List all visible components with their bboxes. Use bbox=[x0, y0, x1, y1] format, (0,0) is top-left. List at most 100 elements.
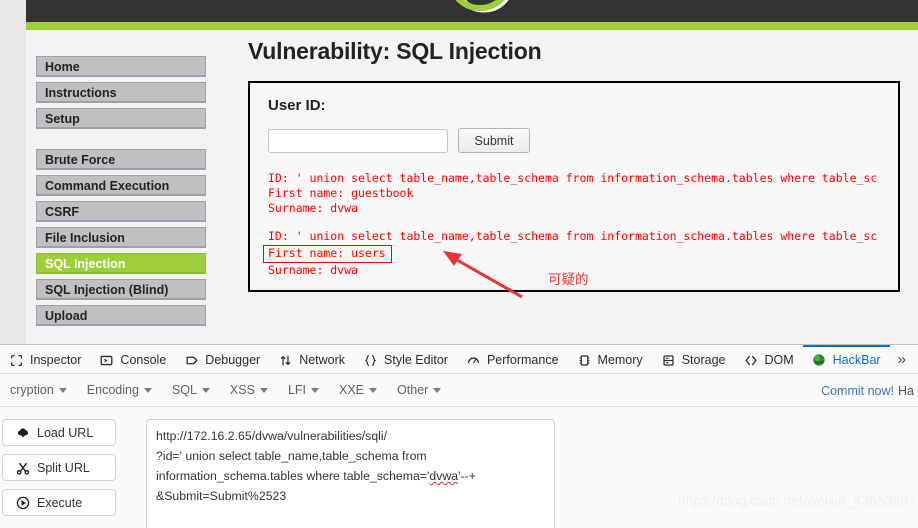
menu-label: XXE bbox=[339, 383, 365, 397]
tab-console[interactable]: Console bbox=[90, 345, 175, 373]
menu-xxe[interactable]: XXE bbox=[329, 374, 387, 406]
menu-encoding[interactable]: Encoding bbox=[77, 374, 162, 406]
play-circle-icon bbox=[15, 495, 30, 510]
menu-label: XSS bbox=[229, 383, 255, 397]
sidebar-item-sql-injection-blind[interactable]: SQL Injection (Blind) bbox=[36, 279, 206, 300]
sidebar-group-separator bbox=[36, 134, 206, 149]
result-first-name-highlighted: First name: users bbox=[263, 245, 392, 263]
main-content: Vulnerability: SQL Injection User ID: Su… bbox=[248, 38, 918, 292]
sidebar-item-setup[interactable]: Setup bbox=[36, 108, 206, 129]
tab-label: Storage bbox=[681, 353, 726, 367]
tab-label: HackBar bbox=[832, 353, 881, 367]
tab-inspector[interactable]: Inspector bbox=[0, 345, 90, 373]
sql-result-row: ID: ' union select table_name,table_sche… bbox=[268, 171, 880, 216]
menu-lfi[interactable]: LFI bbox=[278, 374, 329, 406]
user-id-label: User ID: bbox=[268, 97, 326, 114]
result-first-name: First name: guestbook bbox=[268, 186, 414, 200]
menu-label: LFI bbox=[287, 383, 306, 397]
tab-label: DOM bbox=[764, 353, 794, 367]
button-label: Load URL bbox=[37, 425, 94, 440]
screenshot-root: Home Instructions Setup Brute Force Comm… bbox=[0, 0, 918, 528]
chevron-double-right-icon[interactable]: » bbox=[890, 345, 914, 373]
result-id-line: ID: ' union select table_name,table_sche… bbox=[268, 171, 878, 185]
sidebar-item-sql-injection[interactable]: SQL Injection bbox=[36, 253, 206, 274]
menu-xss[interactable]: XSS bbox=[220, 374, 278, 406]
submit-button[interactable]: Submit bbox=[458, 128, 530, 153]
scissors-icon bbox=[15, 460, 30, 475]
console-icon bbox=[99, 353, 114, 368]
sidebar-item-home[interactable]: Home bbox=[36, 56, 206, 77]
sidebar-item-command-execution[interactable]: Command Execution bbox=[36, 175, 206, 196]
user-id-form: Submit bbox=[268, 128, 880, 153]
sidebar-item-csrf[interactable]: CSRF bbox=[36, 201, 206, 222]
dvwa-logo bbox=[436, 0, 532, 22]
user-id-input[interactable] bbox=[268, 128, 448, 153]
debugger-icon bbox=[184, 353, 199, 368]
inspector-icon bbox=[9, 353, 24, 368]
result-id-line: ID: ' union select table_name,table_sche… bbox=[268, 229, 878, 243]
page-title: Vulnerability: SQL Injection bbox=[248, 38, 542, 64]
commit-now-link[interactable]: Commit now! bbox=[821, 384, 894, 398]
chevron-down-icon bbox=[311, 387, 319, 393]
menu-label: cryption bbox=[10, 383, 54, 397]
dvwa-accent-bar bbox=[26, 22, 918, 30]
result-surname: Surname: dvwa bbox=[268, 201, 359, 215]
cloud-download-icon bbox=[15, 425, 30, 440]
tab-debugger[interactable]: Debugger bbox=[175, 345, 269, 373]
tab-label: Style Editor bbox=[384, 353, 448, 367]
sql-results-output: ID: ' union select table_name,table_sche… bbox=[263, 171, 880, 278]
split-url-button[interactable]: Split URL bbox=[2, 454, 116, 481]
hackbar-body: Load URL Split URL Execute http://172.16… bbox=[0, 407, 918, 528]
load-url-button[interactable]: Load URL bbox=[2, 419, 116, 446]
chevron-down-icon bbox=[259, 387, 268, 393]
hackbar-promo: Commit now! Ha bbox=[821, 374, 918, 406]
url-line-2: ?id=' union select table_name,table_sche… bbox=[156, 449, 427, 463]
url-line-3-post: '--+ bbox=[458, 469, 476, 483]
tab-performance[interactable]: Performance bbox=[457, 345, 568, 373]
sidebar-item-brute-force[interactable]: Brute Force bbox=[36, 149, 206, 170]
button-label: Split URL bbox=[37, 460, 90, 475]
chevron-down-icon bbox=[143, 387, 152, 393]
sidebar-nav: Home Instructions Setup Brute Force Comm… bbox=[36, 56, 206, 331]
tab-style-editor[interactable]: Style Editor bbox=[354, 345, 457, 373]
tab-hackbar[interactable]: HackBar bbox=[802, 345, 890, 373]
vulnerability-panel: User ID: Submit ID: ' union select table… bbox=[248, 81, 900, 292]
tab-dom[interactable]: DOM bbox=[734, 345, 802, 373]
menu-label: SQL bbox=[171, 383, 197, 397]
storage-icon bbox=[661, 353, 676, 368]
menu-encryption[interactable]: cryption bbox=[0, 374, 77, 406]
tab-storage[interactable]: Storage bbox=[652, 345, 735, 373]
tab-label: Console bbox=[120, 353, 167, 367]
tab-label: Network bbox=[299, 353, 346, 367]
style-editor-icon bbox=[363, 353, 378, 368]
performance-icon bbox=[466, 353, 481, 368]
tab-memory[interactable]: Memory bbox=[568, 345, 652, 373]
url-line-4: &Submit=Submit%2523 bbox=[156, 489, 287, 503]
tab-network[interactable]: Network bbox=[269, 345, 354, 373]
tab-label: Memory bbox=[597, 353, 643, 367]
tab-label: Inspector bbox=[30, 353, 82, 367]
url-input[interactable]: http://172.16.2.65/dvwa/vulnerabilities/… bbox=[146, 419, 555, 528]
sidebar-item-instructions[interactable]: Instructions bbox=[36, 82, 206, 103]
hackbar-actions: Load URL Split URL Execute bbox=[2, 419, 116, 524]
menu-label: Encoding bbox=[86, 383, 139, 397]
sidebar-item-upload[interactable]: Upload bbox=[36, 305, 206, 326]
watermark: https://blog.csdn.net/weixin_43653897 bbox=[677, 492, 916, 508]
network-icon bbox=[278, 353, 293, 368]
url-misspelled-token: dvwa bbox=[429, 469, 459, 483]
menu-label: Other bbox=[397, 383, 429, 397]
menu-other[interactable]: Other bbox=[387, 374, 451, 406]
sql-result-row: ID: ' union select table_name,table_sche… bbox=[263, 229, 880, 278]
tab-label: Debugger bbox=[205, 353, 261, 367]
browser-content-area: Home Instructions Setup Brute Force Comm… bbox=[0, 0, 918, 344]
chevron-down-icon bbox=[433, 387, 442, 393]
commit-tail-text: Ha bbox=[898, 383, 914, 398]
devtools-tab-bar: Inspector Console Debugger Network Style… bbox=[0, 345, 918, 374]
execute-button[interactable]: Execute bbox=[2, 489, 116, 516]
sidebar-item-file-inclusion[interactable]: File Inclusion bbox=[36, 227, 206, 248]
chevron-down-icon bbox=[369, 387, 378, 393]
url-line-3-pre: information_schema.tables where table_sc… bbox=[156, 469, 430, 483]
menu-sql[interactable]: SQL bbox=[162, 374, 220, 406]
result-surname: Surname: dvwa bbox=[268, 263, 359, 277]
memory-icon bbox=[577, 353, 592, 368]
